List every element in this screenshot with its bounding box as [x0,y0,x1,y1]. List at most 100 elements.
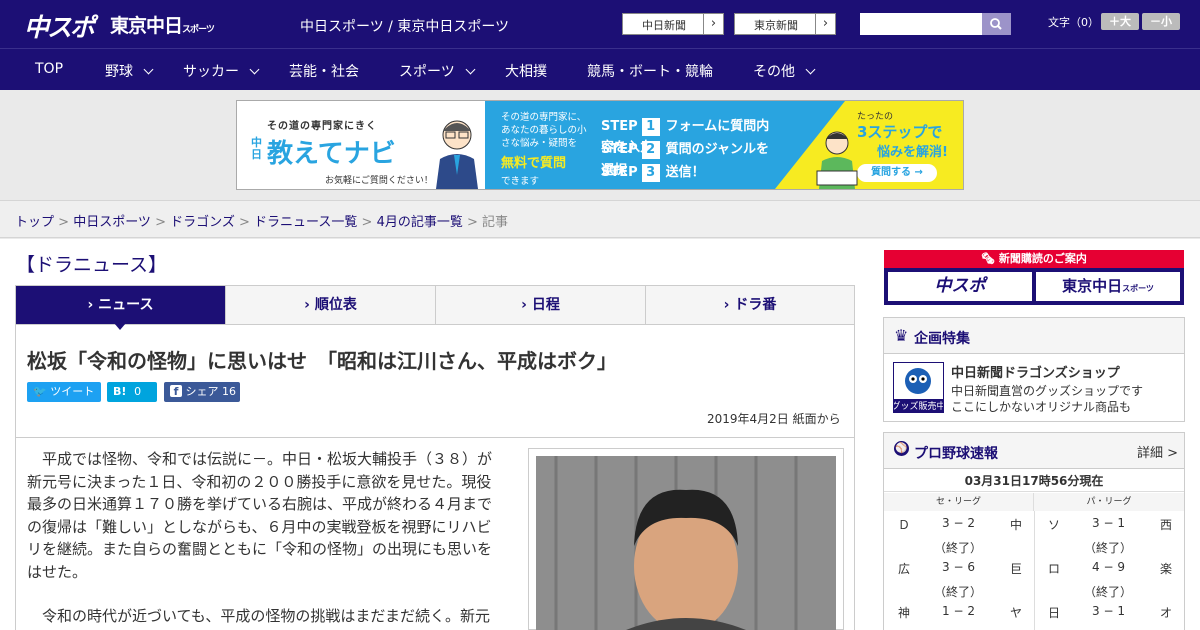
tokyo-logo-text: 東京中日 [110,15,183,37]
step-text: 送信！ [665,165,705,180]
pacific-league-label: パ・リーグ [1034,493,1184,511]
tokyo-chunichi-logo[interactable]: 東京中日スポーツ [110,11,215,38]
nav-entertainment-label: 芸能・社会 [289,64,359,80]
tab-news[interactable]: › ニュース [16,286,226,324]
game-score[interactable]: 3 − 1 [1092,516,1125,530]
game-score[interactable]: 3 − 6 [942,560,975,574]
hatena-icon: B! [113,385,127,398]
nav-sumo-label: 大相撲 [505,64,547,80]
special-feature-header: ♛ 企画特集 [884,318,1184,354]
nav-top[interactable]: TOP [35,61,63,77]
tab-schedule-label: 日程 [531,297,560,313]
breadcrumb-news-list[interactable]: ドラニュース一覧 [254,215,357,230]
tokyo-link-label: 東京新聞 [754,19,798,32]
breadcrumb-top[interactable]: トップ [15,215,54,230]
article-paragraph: 令和の時代が近づいても、平成の怪物の挑戦はまだまだ続く。新元号が「令和」に決まっ… [27,607,491,630]
subscribe-tokyo[interactable]: 東京中日スポーツ [1036,272,1180,301]
breadcrumb-chuspo[interactable]: 中日スポーツ [73,215,151,230]
game-status: （終了） [934,541,983,555]
breadcrumb-dragons[interactable]: ドラゴンズ [170,215,235,230]
tab-standings[interactable]: › 順位表 [226,286,436,324]
nav-racing[interactable]: 競馬・ボート・競輪 [587,61,713,81]
step-number: 2 [641,141,660,159]
game-away: 巨 [1010,562,1023,576]
game-home: Ｄ [898,518,911,532]
subscribe-chuspo[interactable]: 中スポ [888,272,1032,301]
baseball-icon: ⚾ [894,441,909,456]
banner-left: その道の専門家にきく 中日 教えてナビ お気軽にご質問ください！ [237,101,485,189]
nav-sports[interactable]: スポーツ [399,61,476,81]
font-smaller-button[interactable]: －小 [1142,13,1180,30]
chuspo-logo[interactable]: 中スポ [24,8,95,44]
nav-sports-label: スポーツ [399,64,455,80]
nav-sumo[interactable]: 大相撲 [505,61,547,81]
game-away: ヤ [1010,606,1023,620]
baseball-scores-card: ⚾ プロ野球速報 詳細 > 03月31日17時56分現在 セ・リーグ パ・リーグ … [883,432,1185,630]
central-league-label: セ・リーグ [884,493,1034,511]
game-home: 日 [1048,606,1061,620]
game-away: 西 [1160,518,1173,532]
oshiete-navi-banner[interactable]: その道の専門家にきく 中日 教えてナビ お気軽にご質問ください！ その道の専門家… [236,100,964,190]
breadcrumb-april[interactable]: 4月の記事一覧 [377,215,463,230]
banner-mid-text: その道の専門家に、あなたの暮らしの小さな悩み・疑問を [501,112,587,149]
breadcrumb: トップ > 中日スポーツ > ドラゴンズ > ドラニュース一覧 > 4月の記事一… [15,215,509,230]
tokyo-shimbun-link[interactable]: 東京新聞 › [734,13,836,35]
game-away: オ [1160,606,1173,620]
scores-detail-link[interactable]: 詳細 > [1137,442,1178,461]
game-score[interactable]: 1 − 2 [942,604,975,618]
chunichi-shimbun-link[interactable]: 中日新聞 › [622,13,724,35]
game-away: 中 [1010,518,1023,532]
banner-mid: その道の専門家に、あなたの暮らしの小さな悩み・疑問を 無料で質問 できます ST… [485,101,775,189]
banner-ask-button[interactable]: 質問する → [857,164,937,182]
article-date: 2019年4月2日 紙面から [707,412,841,426]
tweet-label: ツイート [50,385,95,398]
search-button[interactable] [982,13,1011,35]
subscribe-chuspo-text: 中スポ [934,276,986,296]
banner-ask-label: 質問する [871,167,912,178]
banner-brand: 教えてナビ [267,139,396,169]
nav-soccer[interactable]: サッカー [183,61,260,81]
font-size-label: 文字（0） [1048,16,1099,29]
nav-other-label: その他 [753,64,795,80]
game-home: 神 [898,606,911,620]
tab-schedule[interactable]: › 日程 [436,286,646,324]
article-photo[interactable] [536,456,836,630]
site-name: 中日スポーツ / 東京中日スポーツ [300,19,510,35]
nav-entertainment[interactable]: 芸能・社会 [289,61,359,81]
game-home: ソ [1048,518,1061,532]
step-number: 3 [641,164,660,182]
subscribe-tokyo-sub: スポーツ [1122,284,1154,293]
game-score[interactable]: 3 − 1 [1092,604,1125,618]
step-label: STEP [601,119,638,134]
tweet-button[interactable]: 🐦 ツイート [27,382,101,402]
twitter-icon: 🐦 [33,385,47,398]
tab-dora-ban[interactable]: › ドラ番 [646,286,854,324]
game-away: 楽 [1160,562,1173,576]
game-score[interactable]: 3 − 2 [942,516,975,530]
nav-baseball[interactable]: 野球 [105,61,154,81]
hatena-button[interactable]: B! 0 [107,382,157,402]
dragons-shop-logo[interactable]: グッズ販売中 [891,362,946,413]
person-at-laptop-icon [816,131,858,189]
nav-soccer-label: サッカー [183,64,239,80]
search-input[interactable] [860,13,982,35]
font-larger-button[interactable]: ＋大 [1101,13,1139,30]
chunichi-link-label: 中日新聞 [642,19,686,32]
top-header: 中スポ 東京中日スポーツ 中日スポーツ / 東京中日スポーツ 中日新聞 › 東京新… [0,0,1200,48]
scores-timestamp: 03月31日17時56分現在 [884,470,1184,492]
subscribe-label: 🗞 新聞購読のご案内 [884,250,1184,268]
breadcrumb-current: 記事 [482,215,509,230]
chevron-down-icon [249,64,260,75]
search-icon [990,18,1002,30]
person-illustration-icon [436,120,478,189]
step-number: 1 [641,118,660,136]
shop-title[interactable]: 中日新聞ドラゴンズショップ [951,362,1120,381]
chevron-down-icon [465,64,476,75]
game-score[interactable]: 4 − 9 [1092,560,1125,574]
article-paragraph: 平成では怪物、令和では伝説に－。中日・松坂大輔投手（３８）が新元号に決まった１日… [27,450,493,581]
facebook-share-button[interactable]: f シェア 16 [164,382,240,402]
nav-other[interactable]: その他 [753,61,816,81]
tab-dora-ban-label: ドラ番 [734,297,777,313]
step-label: STEP [601,142,638,157]
league-divider [1034,511,1035,630]
